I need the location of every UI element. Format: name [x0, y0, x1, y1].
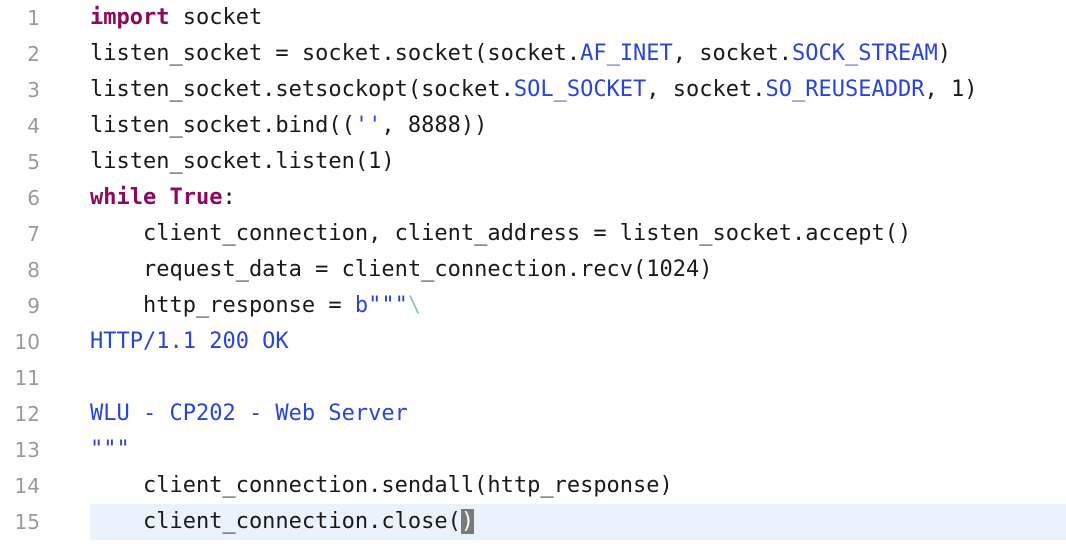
- code-line[interactable]: 4 listen_socket.bind(('', 8888)): [0, 108, 1066, 144]
- line-number: 6: [27, 186, 40, 210]
- code-line[interactable]: 1 import socket: [0, 0, 1066, 36]
- code-text[interactable]: listen_socket.setsockopt(socket.SOL_SOCK…: [90, 72, 977, 108]
- code-token: request_data = client_connection.recv(10…: [90, 257, 713, 282]
- code-line[interactable]: 8 request_data = client_connection.recv(…: [0, 252, 1066, 288]
- line-number: 12: [14, 402, 40, 426]
- string-token: HTTP/1.1 200 OK: [90, 329, 289, 354]
- code-text[interactable]: import socket: [90, 0, 262, 36]
- string-token: b""": [354, 293, 408, 318]
- string-token: """: [90, 437, 130, 462]
- code-text[interactable]: client_connection.sendall(http_response): [90, 468, 673, 504]
- line-number: 7: [27, 222, 40, 246]
- line-number: 11: [14, 366, 40, 390]
- code-text[interactable]: client_connection, client_address = list…: [90, 216, 911, 252]
- code-token: :: [222, 185, 236, 210]
- line-number: 10: [14, 330, 40, 354]
- keyword-token: True: [169, 185, 223, 210]
- code-line[interactable]: 5 listen_socket.listen(1): [0, 144, 1066, 180]
- code-token: , 1): [924, 77, 978, 102]
- cursor-matched-paren: ): [460, 509, 475, 534]
- code-text[interactable]: http_response = b"""\: [90, 288, 421, 324]
- line-number: 2: [27, 42, 40, 66]
- code-line[interactable]: 13 """: [0, 432, 1066, 468]
- line-number: 9: [27, 294, 40, 318]
- constant-token: SOL_SOCKET: [513, 77, 647, 102]
- code-token: listen_socket.listen(1): [90, 149, 395, 174]
- code-token: listen_socket.setsockopt(socket.: [90, 77, 514, 102]
- line-number: 1: [27, 6, 40, 30]
- code-text[interactable]: while True:: [90, 180, 236, 216]
- code-line[interactable]: 10 HTTP/1.1 200 OK: [0, 324, 1066, 360]
- code-token: client_connection, client_address = list…: [90, 221, 912, 246]
- code-line[interactable]: 12 WLU - CP202 - Web Server: [0, 396, 1066, 432]
- code-token: , socket.: [672, 41, 793, 66]
- code-token: ): [937, 41, 951, 66]
- code-token: listen_socket = socket.socket(socket.: [90, 41, 581, 66]
- code-text[interactable]: request_data = client_connection.recv(10…: [90, 252, 713, 288]
- keyword-token: import: [90, 5, 170, 30]
- code-text[interactable]: WLU - CP202 - Web Server: [90, 396, 408, 432]
- code-line[interactable]: 11: [0, 360, 1066, 396]
- code-text[interactable]: client_connection.close(): [90, 504, 475, 540]
- code-text[interactable]: listen_socket.bind(('', 8888)): [90, 108, 487, 144]
- code-text[interactable]: listen_socket.listen(1): [90, 144, 395, 180]
- code-line[interactable]: 3 listen_socket.setsockopt(socket.SOL_SOC…: [0, 72, 1066, 108]
- code-editor[interactable]: 1 import socket 2 listen_socket = socket.so…: [0, 0, 1066, 550]
- code-token: client_connection.close(: [90, 509, 461, 534]
- code-line-current[interactable]: 15 client_connection.close(): [0, 504, 1066, 540]
- line-number: 3: [27, 78, 40, 102]
- constant-token: SOCK_STREAM: [792, 41, 938, 66]
- code-token: listen_socket.bind((: [90, 113, 355, 138]
- constant-token: AF_INET: [580, 41, 673, 66]
- line-number: 4: [27, 114, 40, 138]
- code-token: socket: [169, 5, 263, 30]
- code-token: http_response =: [90, 293, 355, 318]
- code-line[interactable]: 14 client_connection.sendall(http_respon…: [0, 468, 1066, 504]
- code-token: client_connection.sendall(http_response): [90, 473, 673, 498]
- keyword-token: while: [90, 185, 157, 210]
- string-token: WLU - CP202 - Web Server: [90, 401, 408, 426]
- code-token: , 8888)): [381, 113, 488, 138]
- line-number: 5: [27, 150, 40, 174]
- code-line[interactable]: 9 http_response = b"""\: [0, 288, 1066, 324]
- code-line[interactable]: 6 while True:: [0, 180, 1066, 216]
- string-token: '': [354, 113, 382, 138]
- code-text[interactable]: """: [90, 432, 130, 468]
- line-number: 15: [14, 510, 40, 534]
- code-text[interactable]: HTTP/1.1 200 OK: [90, 324, 289, 360]
- code-text[interactable]: listen_socket = socket.socket(socket.AF_…: [90, 36, 951, 72]
- line-number: 8: [27, 258, 40, 282]
- code-line[interactable]: 7 client_connection, client_address = li…: [0, 216, 1066, 252]
- code-token: , socket.: [646, 77, 766, 102]
- code-line[interactable]: 2 listen_socket = socket.socket(socket.AF…: [0, 36, 1066, 72]
- line-number: 13: [14, 438, 40, 462]
- constant-token: SO_REUSEADDR: [765, 77, 925, 102]
- escape-token: \: [407, 293, 422, 318]
- line-number: 14: [14, 474, 40, 498]
